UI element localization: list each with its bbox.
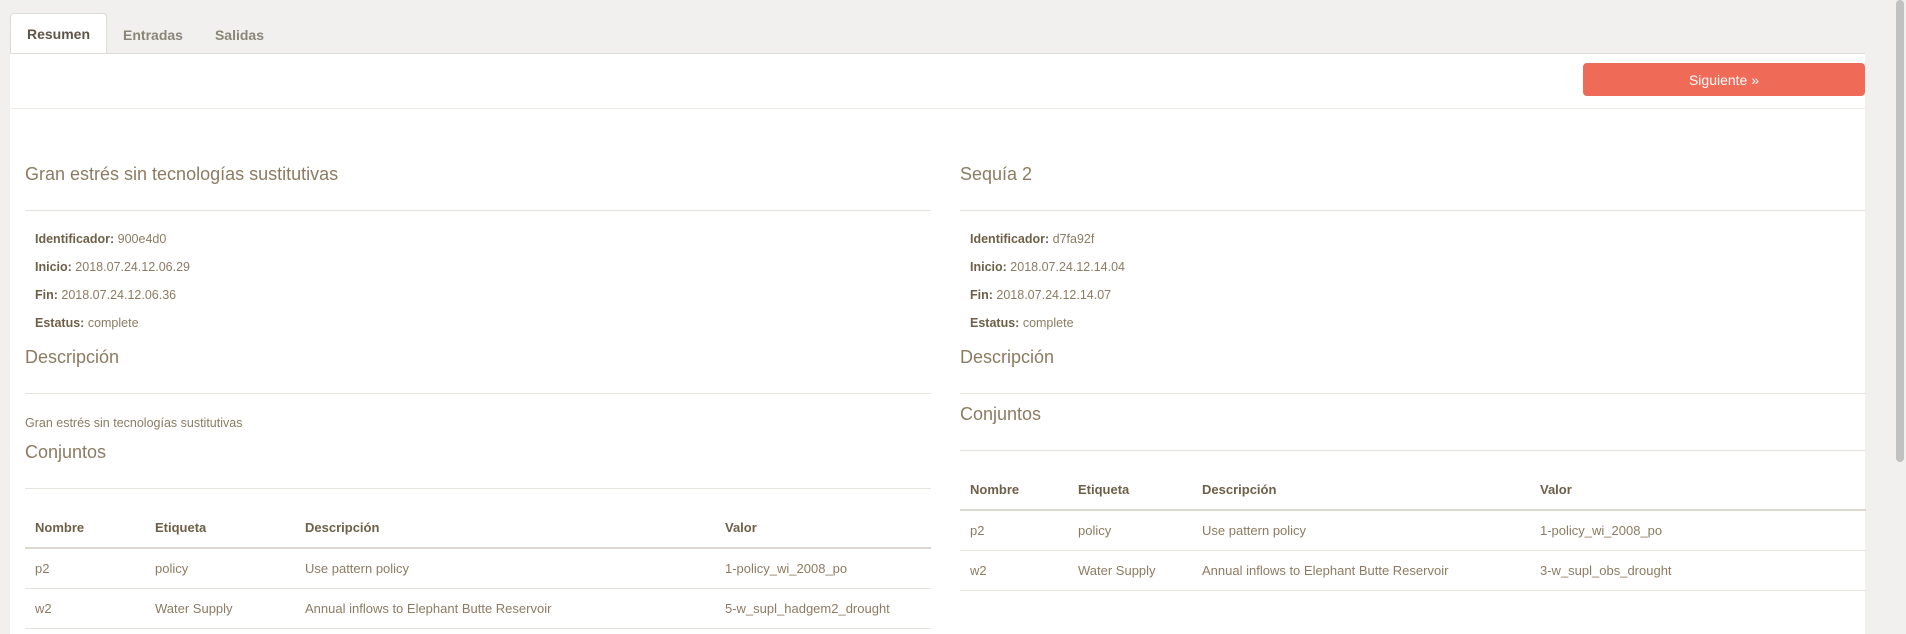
meta-status: Estatus: complete	[35, 316, 139, 330]
meta-start: Inicio: 2018.07.24.12.14.04	[970, 260, 1125, 274]
cell-descripcion: Annual inflows to Elephant Butte Reservo…	[295, 588, 715, 629]
col-descripcion: Descripción	[1192, 469, 1530, 511]
run-title: Gran estrés sin tecnologías sustitutivas	[25, 154, 931, 211]
sets-table: Nombre Etiqueta Descripción Valor p2 pol…	[960, 469, 1866, 591]
sets-table: Nombre Etiqueta Descripción Valor p2 pol…	[25, 507, 931, 629]
run-column-left: Gran estrés sin tecnologías sustitutivas…	[25, 154, 931, 629]
col-valor: Valor	[715, 507, 931, 549]
sets-heading: Conjuntos	[960, 394, 1866, 451]
cell-descripcion: Use pattern policy	[1192, 510, 1530, 551]
col-nombre: Nombre	[25, 507, 145, 549]
cell-valor: 5-w_supl_hadgem2_drought	[715, 588, 931, 629]
tab-entradas[interactable]: Entradas	[107, 16, 199, 54]
table-row: p2 policy Use pattern policy 1-policy_wi…	[960, 510, 1866, 551]
table-header-row: Nombre Etiqueta Descripción Valor	[960, 469, 1866, 511]
col-nombre: Nombre	[960, 469, 1068, 511]
description-heading: Descripción	[25, 337, 931, 394]
tab-panel: Siguiente » Gran estrés sin tecnologías …	[10, 53, 1866, 634]
cell-etiqueta: policy	[145, 548, 295, 589]
tab-salidas[interactable]: Salidas	[199, 16, 280, 54]
run-title: Sequía 2	[960, 154, 1866, 211]
meta-id: Identificador: 900e4d0	[35, 232, 167, 246]
description-text: Gran estrés sin tecnologías sustitutivas	[25, 416, 243, 430]
cell-etiqueta: policy	[1068, 510, 1192, 551]
scrollbar-thumb[interactable]	[1896, 0, 1904, 462]
table-row: w2 Water Supply Annual inflows to Elepha…	[25, 588, 931, 629]
vertical-scrollbar[interactable]	[1894, 0, 1906, 612]
tab-bar: Resumen Entradas Salidas	[10, 13, 280, 55]
cell-nombre: w2	[25, 588, 145, 629]
next-button[interactable]: Siguiente »	[1583, 63, 1865, 96]
tab-resumen[interactable]: Resumen	[10, 13, 108, 55]
cell-valor: 1-policy_wi_2008_po	[1530, 510, 1866, 551]
description-heading: Descripción	[960, 337, 1866, 394]
table-row: w2 Water Supply Annual inflows to Elepha…	[960, 550, 1866, 591]
table-row: p2 policy Use pattern policy 1-policy_wi…	[25, 548, 931, 589]
run-meta: Identificador: 900e4d0 Inicio: 2018.07.2…	[25, 211, 931, 337]
cell-etiqueta: Water Supply	[1068, 550, 1192, 591]
meta-end: Fin: 2018.07.24.12.14.07	[970, 288, 1112, 302]
cell-valor: 1-policy_wi_2008_po	[715, 548, 931, 589]
col-etiqueta: Etiqueta	[1068, 469, 1192, 511]
sets-heading: Conjuntos	[25, 432, 931, 489]
cell-descripcion: Use pattern policy	[295, 548, 715, 589]
cell-descripcion: Annual inflows to Elephant Butte Reservo…	[1192, 550, 1530, 591]
run-column-right: Sequía 2 Identificador: d7fa92f Inicio: …	[960, 154, 1866, 591]
col-valor: Valor	[1530, 469, 1866, 511]
cell-nombre: w2	[960, 550, 1068, 591]
col-descripcion: Descripción	[295, 507, 715, 549]
col-etiqueta: Etiqueta	[145, 507, 295, 549]
cell-nombre: p2	[960, 510, 1068, 551]
cell-nombre: p2	[25, 548, 145, 589]
table-header-row: Nombre Etiqueta Descripción Valor	[25, 507, 931, 549]
meta-status: Estatus: complete	[970, 316, 1074, 330]
run-meta: Identificador: d7fa92f Inicio: 2018.07.2…	[960, 211, 1866, 337]
toolbar: Siguiente »	[10, 54, 1865, 109]
cell-etiqueta: Water Supply	[145, 588, 295, 629]
meta-id: Identificador: d7fa92f	[970, 232, 1095, 246]
meta-end: Fin: 2018.07.24.12.06.36	[35, 288, 177, 302]
cell-valor: 3-w_supl_obs_drought	[1530, 550, 1866, 591]
meta-start: Inicio: 2018.07.24.12.06.29	[35, 260, 190, 274]
